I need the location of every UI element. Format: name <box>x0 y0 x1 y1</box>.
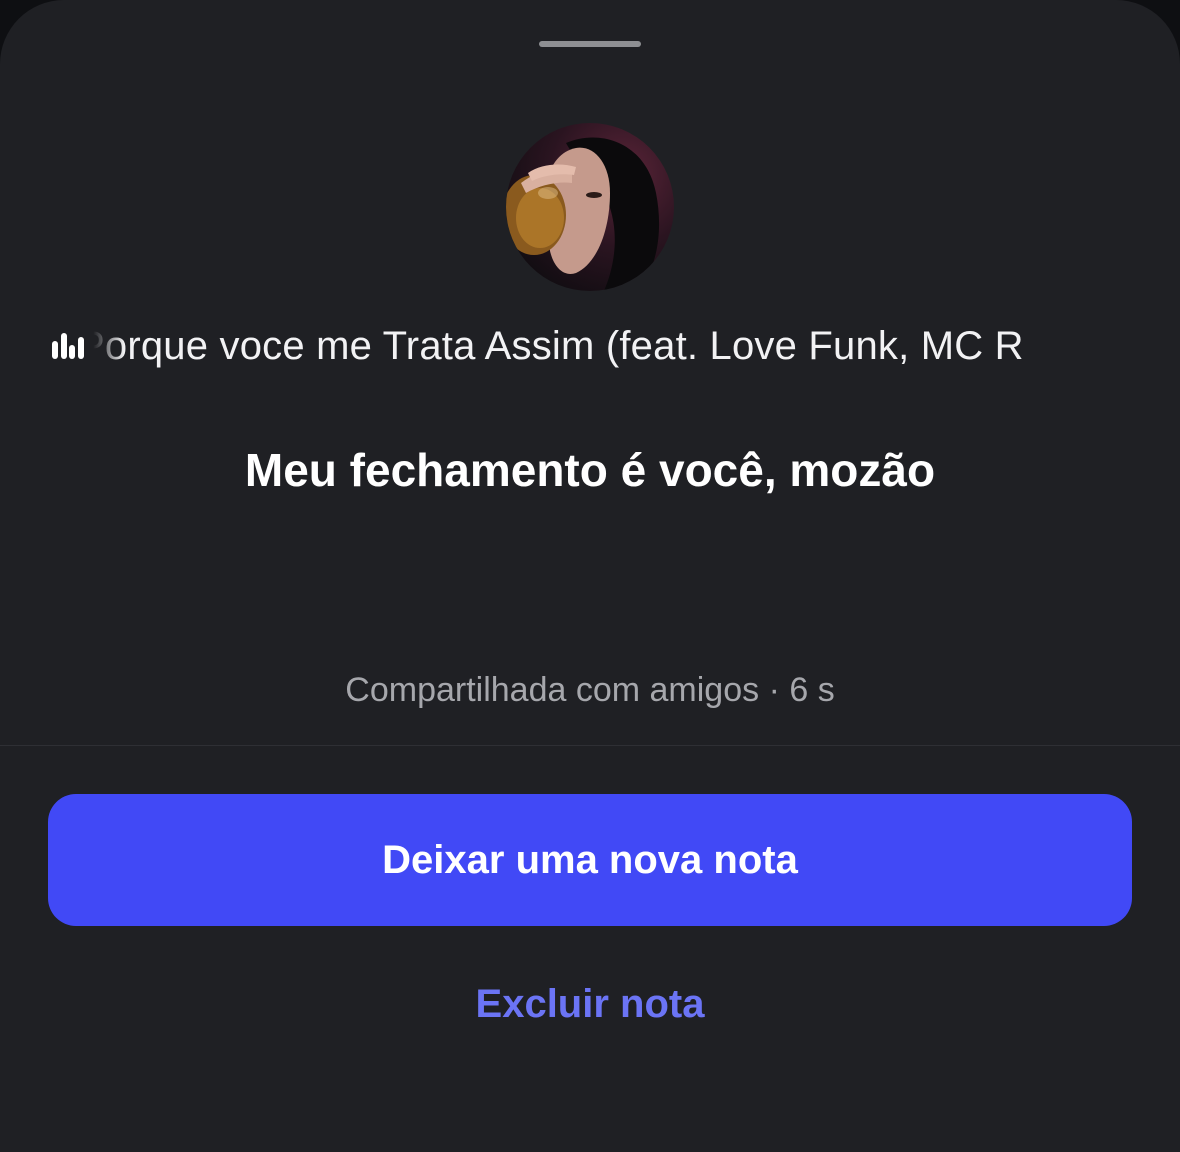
avatar-photo <box>506 137 660 291</box>
song-title-wrapper: Porque voce me Trata Assim (feat. Love F… <box>90 318 1128 374</box>
avatar[interactable] <box>506 123 674 291</box>
marquee-fade-right <box>1088 318 1128 374</box>
marquee-fade-left <box>90 318 124 374</box>
section-divider <box>0 745 1180 746</box>
note-bottom-sheet: Porque voce me Trata Assim (feat. Love F… <box>0 0 1180 1152</box>
music-bars-icon <box>52 333 84 359</box>
sheet-grabber-handle[interactable] <box>539 41 641 47</box>
song-title: Porque voce me Trata Assim (feat. Love F… <box>90 324 1024 368</box>
note-audience-timestamp: Compartilhada com amigos · 6 s <box>345 671 835 709</box>
note-text: Meu fechamento é você, mozão <box>244 444 936 496</box>
song-marquee[interactable]: Porque voce me Trata Assim (feat. Love F… <box>52 318 1128 374</box>
leave-new-note-button[interactable]: Deixar uma nova nota <box>48 794 1132 926</box>
delete-note-button[interactable]: Excluir nota <box>390 972 790 1036</box>
